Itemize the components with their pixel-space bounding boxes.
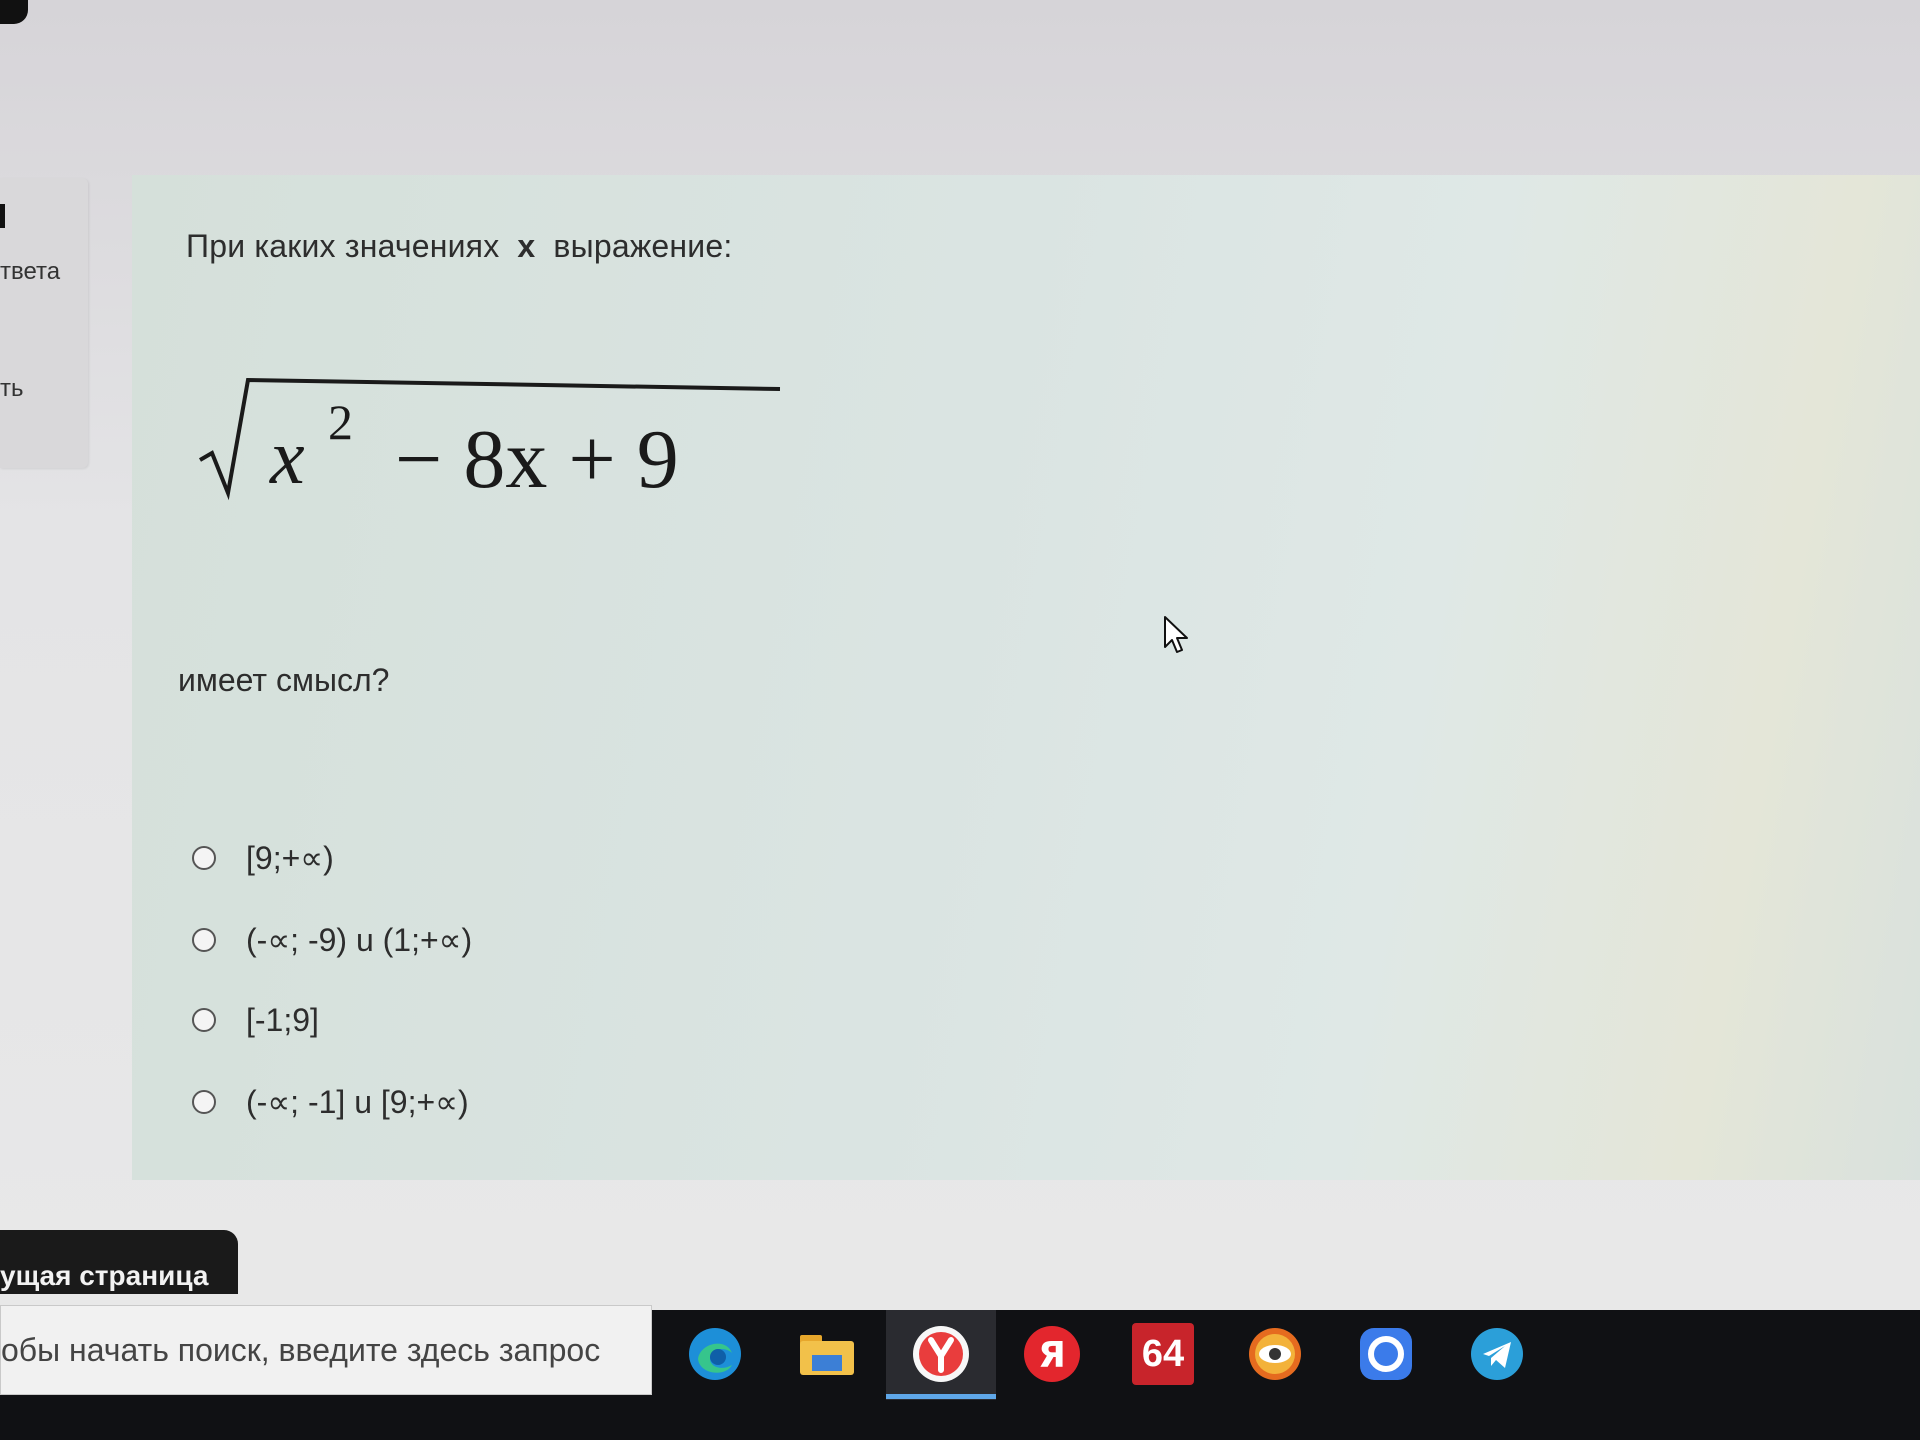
- left-side-panel: [0, 178, 88, 468]
- left-panel-label-1[interactable]: твета: [0, 258, 60, 286]
- chat-icon[interactable]: [1355, 1323, 1417, 1385]
- mouse-cursor-icon: [1164, 616, 1188, 653]
- question-text: При каких значениях x выражение:: [186, 228, 732, 265]
- radio-button[interactable]: [192, 1008, 216, 1032]
- search-placeholder[interactable]: обы начать поиск, введите здесь запрос: [1, 1332, 600, 1369]
- active-app-indicator: [886, 1394, 996, 1399]
- option-label[interactable]: (-∝; -1] u [9;+∝): [246, 1083, 469, 1121]
- question-card: [132, 175, 1920, 1180]
- next-page-button[interactable]: ущая страница: [0, 1230, 238, 1294]
- radio-button[interactable]: [192, 928, 216, 952]
- answer-option-3[interactable]: [-1;9]: [192, 1000, 319, 1040]
- option-label[interactable]: [9;+∝): [246, 839, 334, 877]
- telegram-icon[interactable]: [1466, 1323, 1528, 1385]
- yandex-icon[interactable]: Я: [1021, 1323, 1083, 1385]
- formula-exponent: 2: [328, 394, 353, 450]
- question-prefix: При каких значениях: [186, 228, 500, 264]
- formula-base: x: [269, 413, 305, 500]
- aida64-badge: 64: [1141, 1332, 1185, 1375]
- yandex-browser-icon[interactable]: [910, 1323, 972, 1385]
- formula-rest: − 8x + 9: [395, 413, 679, 506]
- option-label[interactable]: (-∝; -9) u (1;+∝): [246, 921, 472, 959]
- svg-text:Я: Я: [1038, 1335, 1066, 1376]
- left-panel-label-2[interactable]: ть: [0, 375, 24, 403]
- radio-button[interactable]: [192, 846, 216, 870]
- aida64-icon[interactable]: 64: [1132, 1323, 1194, 1385]
- question-suffix: выражение:: [553, 228, 733, 264]
- question-variable: x: [517, 228, 536, 264]
- file-explorer-icon[interactable]: [796, 1323, 858, 1385]
- answer-option-4[interactable]: (-∝; -1] u [9;+∝): [192, 1082, 469, 1122]
- edge-icon[interactable]: [684, 1323, 746, 1385]
- answer-option-2[interactable]: (-∝; -9) u (1;+∝): [192, 920, 472, 960]
- answer-option-1[interactable]: [9;+∝): [192, 838, 334, 878]
- panel-marker: [0, 204, 5, 228]
- formula-sqrt-expression: x 2 − 8x + 9: [198, 377, 781, 506]
- option-label[interactable]: [-1;9]: [246, 1002, 319, 1039]
- radio-button[interactable]: [192, 1090, 216, 1114]
- question-tail: имеет смысл?: [178, 662, 390, 698]
- taskbar-search-box[interactable]: обы начать поиск, введите здесь запрос: [0, 1305, 652, 1395]
- next-page-label[interactable]: ущая страница: [0, 1260, 208, 1292]
- eye-app-icon[interactable]: [1244, 1323, 1306, 1385]
